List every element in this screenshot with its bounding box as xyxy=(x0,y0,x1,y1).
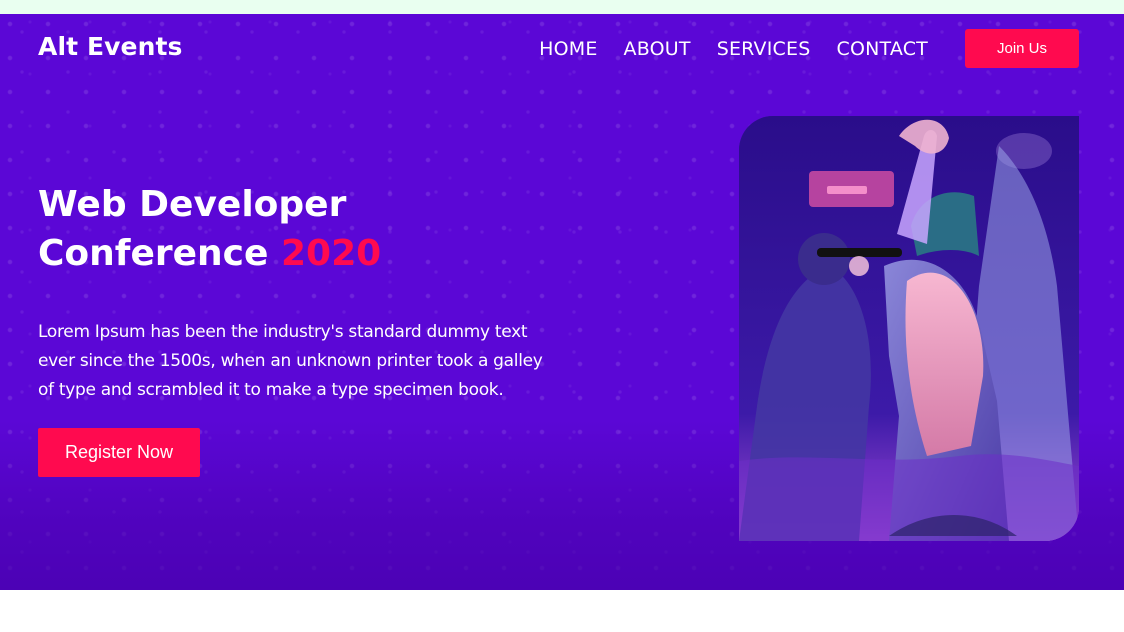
top-strip xyxy=(0,0,1124,14)
nav-link-contact[interactable]: CONTACT xyxy=(836,38,928,60)
nav-links: HOME ABOUT SERVICES CONTACT xyxy=(539,38,928,60)
join-us-button[interactable]: Join Us xyxy=(965,29,1079,68)
nav-link-services[interactable]: SERVICES xyxy=(717,38,811,60)
hero-title-line1: Web Developer xyxy=(38,184,347,225)
hero-section: Alt Events HOME ABOUT SERVICES CONTACT J… xyxy=(0,14,1124,590)
concert-photo-illustration xyxy=(739,116,1079,541)
hero-description: Lorem Ipsum has been the industry's stan… xyxy=(38,322,543,400)
hero-title-line2: Conference xyxy=(38,233,269,274)
hero-title-year: 2020 xyxy=(280,233,382,274)
concert-singer-image xyxy=(739,116,1079,541)
register-now-button[interactable]: Register Now xyxy=(38,428,200,477)
site-logo[interactable]: Alt Events xyxy=(38,32,183,61)
hero-title: Web Developer Conference 2020 xyxy=(38,180,381,278)
navbar: Alt Events HOME ABOUT SERVICES CONTACT J… xyxy=(0,14,1124,84)
nav-link-home[interactable]: HOME xyxy=(539,38,597,60)
nav-link-about[interactable]: ABOUT xyxy=(624,38,691,60)
microphone xyxy=(817,248,902,257)
